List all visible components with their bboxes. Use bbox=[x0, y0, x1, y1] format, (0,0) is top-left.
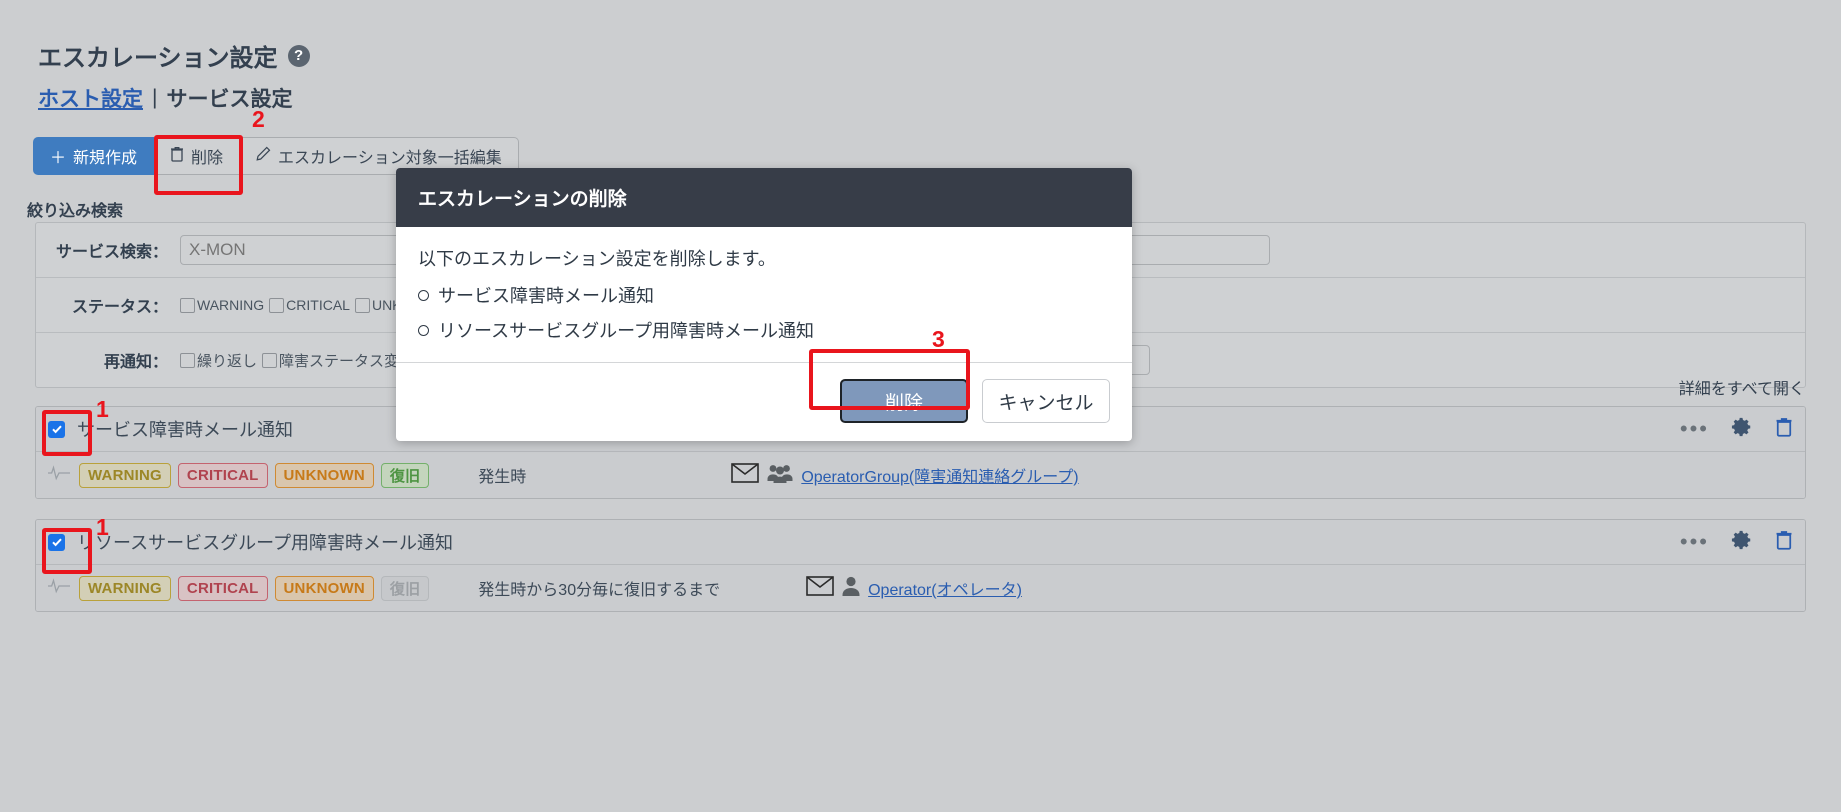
escalation-settings-page: エスカレーション設定 ? ホスト設定 | サービス設定 ＋ 新規作成 削除 エス… bbox=[0, 0, 1841, 812]
plus-icon: ＋ bbox=[50, 144, 66, 168]
renotify-checkbox-status-change[interactable]: 障害ステータス変更 bbox=[262, 350, 414, 371]
dialog-message: 以下のエスカレーション設定を削除します。 bbox=[418, 245, 1110, 271]
waveform-icon bbox=[48, 465, 70, 486]
checkbox-box[interactable] bbox=[355, 298, 370, 313]
annotation-number-1: 1 bbox=[96, 396, 109, 423]
escalation-select-checkbox[interactable] bbox=[48, 421, 65, 438]
checkbox-box[interactable] bbox=[180, 298, 195, 313]
filter-heading: 絞り込み検索 bbox=[27, 197, 123, 221]
renotify-checkbox-status-change-label: 障害ステータス変更 bbox=[279, 350, 414, 371]
delete-button-label: 削除 bbox=[191, 144, 223, 168]
checkbox-box[interactable] bbox=[269, 298, 284, 313]
service-search-label: サービス検索： bbox=[36, 238, 180, 262]
delete-row-icon[interactable] bbox=[1775, 530, 1793, 555]
escalation-name: リソースサービスグループ用障害時メール通知 bbox=[77, 529, 453, 555]
escalation-contact: OperatorGroup(障害通知連絡グループ) bbox=[731, 463, 1078, 488]
status-checkbox-warning-label: WARNING bbox=[197, 297, 264, 313]
escalation-card-header: リソースサービスグループ用障害時メール通知 ••• bbox=[36, 520, 1805, 565]
escalation-select-checkbox[interactable] bbox=[48, 534, 65, 551]
person-icon bbox=[842, 576, 860, 601]
delete-confirmation-dialog: エスカレーションの削除 以下のエスカレーション設定を削除します。 サービス障害時… bbox=[396, 168, 1132, 441]
delete-button[interactable]: 削除 bbox=[154, 137, 240, 175]
escalation-card-body: WARNING CRITICAL UNKNOWN 復旧 発生時から30分毎に復旧… bbox=[36, 565, 1805, 611]
badge-unknown: UNKNOWN bbox=[275, 463, 374, 488]
new-button[interactable]: ＋ 新規作成 bbox=[33, 137, 154, 175]
checkbox-box[interactable] bbox=[180, 353, 195, 368]
badge-recovery: 復旧 bbox=[381, 576, 429, 601]
dialog-target-item: サービス障害時メール通知 bbox=[418, 282, 1110, 308]
pencil-icon bbox=[256, 146, 271, 166]
open-all-details-link[interactable]: 詳細をすべて開く bbox=[1679, 375, 1805, 399]
badge-recovery: 復旧 bbox=[381, 463, 429, 488]
breadcrumb-current-service-settings: サービス設定 bbox=[166, 83, 292, 113]
ellipsis-icon[interactable]: ••• bbox=[1680, 418, 1709, 440]
badge-warning: WARNING bbox=[79, 463, 171, 488]
annotation-number-2: 2 bbox=[252, 106, 265, 133]
escalation-contact-link[interactable]: OperatorGroup(障害通知連絡グループ) bbox=[801, 463, 1078, 487]
escalation-card-body: WARNING CRITICAL UNKNOWN 復旧 発生時 Operator… bbox=[36, 452, 1805, 498]
page-title: エスカレーション設定 ? bbox=[38, 38, 310, 73]
annotation-number-3: 3 bbox=[932, 326, 945, 353]
group-icon bbox=[767, 463, 793, 488]
dialog-body: 以下のエスカレーション設定を削除します。 サービス障害時メール通知 リソースサー… bbox=[396, 227, 1132, 362]
escalation-contact-link[interactable]: Operator(オペレータ) bbox=[868, 576, 1022, 600]
status-label: ステータス： bbox=[36, 293, 180, 317]
escalation-timing: 発生時 bbox=[478, 463, 526, 487]
dialog-target-label: リソースサービスグループ用障害時メール通知 bbox=[438, 317, 814, 343]
escalation-card: リソースサービスグループ用障害時メール通知 ••• WARNING CRITIC… bbox=[35, 519, 1806, 612]
escalation-name: サービス障害時メール通知 bbox=[77, 416, 293, 442]
checkbox-box[interactable] bbox=[262, 353, 277, 368]
envelope-icon bbox=[731, 463, 759, 488]
gear-icon[interactable] bbox=[1731, 416, 1753, 443]
delete-row-icon[interactable] bbox=[1775, 417, 1793, 442]
question-mark-icon[interactable]: ? bbox=[288, 45, 310, 67]
badge-critical: CRITICAL bbox=[178, 576, 268, 601]
status-checkbox-critical[interactable]: CRITICAL bbox=[269, 297, 350, 313]
dialog-footer: 削除 キャンセル bbox=[396, 362, 1132, 441]
dialog-target-label: サービス障害時メール通知 bbox=[438, 282, 654, 308]
renotify-checkbox-repeat[interactable]: 繰り返し bbox=[180, 350, 257, 371]
ellipsis-icon[interactable]: ••• bbox=[1680, 531, 1709, 553]
badge-warning: WARNING bbox=[79, 576, 171, 601]
escalation-contact: Operator(オペレータ) bbox=[806, 576, 1022, 601]
dialog-target-list: サービス障害時メール通知 リソースサービスグループ用障害時メール通知 bbox=[418, 282, 1110, 343]
escalation-row-actions: ••• bbox=[1680, 416, 1793, 443]
dialog-target-item: リソースサービスグループ用障害時メール通知 bbox=[418, 317, 1110, 343]
escalation-timing: 発生時から30分毎に復旧するまで bbox=[478, 576, 720, 600]
new-button-label: 新規作成 bbox=[73, 144, 137, 168]
breadcrumb-host-settings-link[interactable]: ホスト設定 bbox=[38, 83, 143, 113]
page-title-text: エスカレーション設定 bbox=[38, 38, 278, 73]
bullet-icon bbox=[418, 290, 429, 301]
dialog-title: エスカレーションの削除 bbox=[396, 168, 1132, 227]
annotation-number-1b: 1 bbox=[96, 514, 109, 541]
badge-unknown: UNKNOWN bbox=[275, 576, 374, 601]
renotify-checkbox-group: 繰り返し 障害ステータス変更 bbox=[180, 350, 419, 371]
envelope-icon bbox=[806, 576, 834, 601]
status-checkbox-warning[interactable]: WARNING bbox=[180, 297, 264, 313]
trash-icon bbox=[170, 146, 184, 167]
bullet-icon bbox=[418, 325, 429, 336]
renotify-checkbox-repeat-label: 繰り返し bbox=[197, 350, 257, 371]
bulk-edit-button-label: エスカレーション対象一括編集 bbox=[278, 144, 502, 168]
badge-critical: CRITICAL bbox=[178, 463, 268, 488]
escalation-row-actions: ••• bbox=[1680, 529, 1793, 556]
dialog-confirm-delete-button[interactable]: 削除 bbox=[840, 379, 968, 423]
dialog-cancel-button[interactable]: キャンセル bbox=[982, 379, 1110, 423]
renotify-label: 再通知： bbox=[36, 348, 180, 372]
waveform-icon bbox=[48, 578, 70, 599]
breadcrumb-separator: | bbox=[152, 86, 157, 110]
status-checkbox-critical-label: CRITICAL bbox=[286, 297, 350, 313]
gear-icon[interactable] bbox=[1731, 529, 1753, 556]
